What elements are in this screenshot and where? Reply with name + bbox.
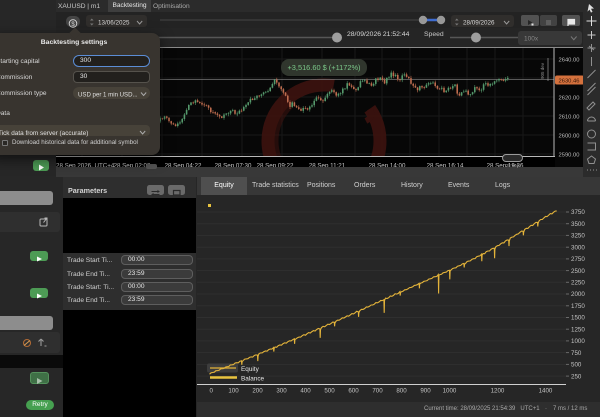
svg-text:3750: 3750: [571, 209, 585, 216]
svg-text:2750: 2750: [571, 256, 585, 263]
svg-text:Equity: Equity: [241, 366, 260, 373]
svg-text:3500: 3500: [571, 221, 585, 228]
svg-text:1200: 1200: [491, 388, 505, 395]
svg-text:3000: 3000: [571, 244, 585, 251]
svg-text:500: 500: [324, 388, 335, 395]
svg-text:0: 0: [210, 388, 214, 395]
svg-text:300: 300: [276, 388, 287, 395]
svg-text:2600.00: 2600.00: [559, 133, 580, 139]
svg-text:500: 500: [571, 362, 582, 369]
svg-text:400: 400: [300, 388, 311, 395]
svg-text:1000: 1000: [443, 388, 457, 395]
svg-text:2500: 2500: [571, 268, 585, 275]
svg-text:28 Sep: 28 Sep: [506, 163, 520, 168]
svg-text:+3,516.60 $ (+1172%): +3,516.60 $ (+1172%): [287, 63, 360, 72]
svg-text:900: 900: [420, 388, 431, 395]
svg-text:905 dev: 905 dev: [540, 62, 545, 79]
svg-text:Balance: Balance: [241, 376, 265, 383]
svg-text:100x: 100x: [524, 36, 539, 43]
svg-text:2620.00: 2620.00: [559, 95, 580, 101]
svg-text:100: 100: [228, 388, 239, 395]
svg-text:700: 700: [372, 388, 383, 395]
svg-text:200: 200: [252, 388, 263, 395]
svg-text:13/06/2025: 13/06/2025: [98, 19, 130, 26]
svg-text:1500: 1500: [571, 315, 585, 322]
svg-text:Tick data from server (accurat: Tick data from server (accurate): [0, 130, 88, 137]
svg-text:800: 800: [396, 388, 407, 395]
svg-text:2630.46: 2630.46: [559, 78, 580, 84]
svg-text:3250: 3250: [571, 233, 585, 240]
svg-text:1250: 1250: [571, 326, 585, 333]
svg-text:750: 750: [571, 350, 582, 357]
svg-text:28/09/2026: 28/09/2026: [463, 19, 495, 26]
svg-text:2610.00: 2610.00: [559, 114, 580, 120]
svg-text:2590.00: 2590.00: [559, 152, 580, 158]
svg-text:1400: 1400: [539, 388, 553, 395]
svg-text:2000: 2000: [571, 291, 585, 298]
svg-text:2250: 2250: [571, 280, 585, 287]
svg-text:1750: 1750: [571, 303, 585, 310]
svg-text:USD per 1 min USD...: USD per 1 min USD...: [78, 92, 138, 99]
svg-text:1000: 1000: [571, 338, 585, 345]
svg-text:250: 250: [571, 373, 582, 380]
svg-text:2640.00: 2640.00: [559, 57, 580, 63]
svg-text:600: 600: [348, 388, 359, 395]
